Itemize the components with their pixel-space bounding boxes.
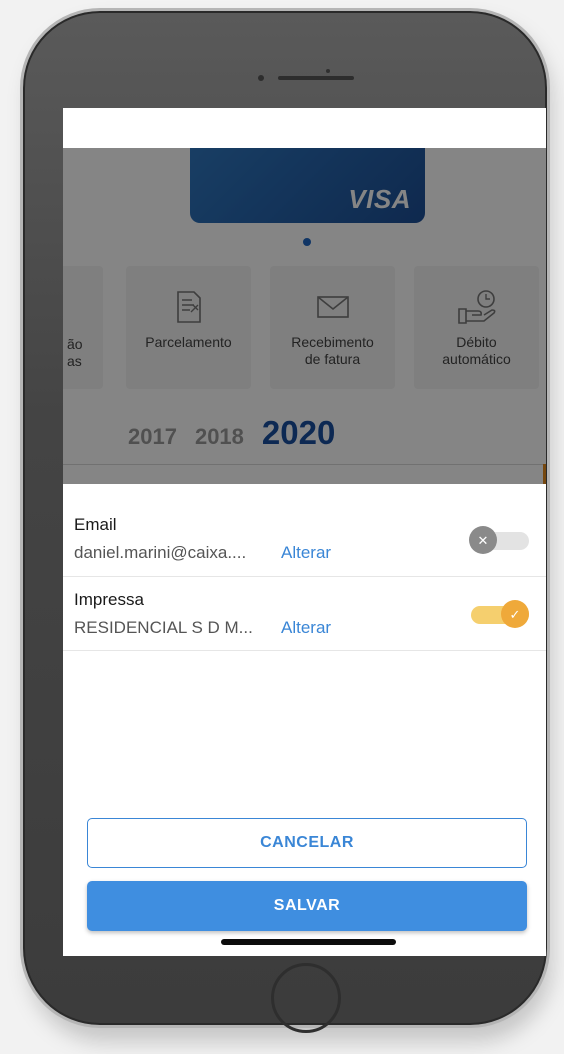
divider xyxy=(63,650,546,651)
phone-screen: VISA ão as Parcelamento Recebimento de f… xyxy=(63,108,546,956)
check-icon: ✓ xyxy=(501,600,529,628)
impressa-toggle[interactable]: ✓ xyxy=(469,598,531,630)
close-icon: ✕ xyxy=(469,526,497,554)
save-button[interactable]: SALVAR xyxy=(87,881,527,931)
modal-backdrop[interactable] xyxy=(63,148,546,484)
sensor-dot xyxy=(326,69,330,73)
home-button[interactable] xyxy=(271,963,341,1033)
delivery-options-sheet: Email daniel.marini@caixa.... Alterar ✕ … xyxy=(63,484,546,956)
option-value: daniel.marini@caixa.... xyxy=(74,543,247,562)
option-value: RESIDENCIAL S D M... xyxy=(74,618,253,637)
change-link[interactable]: Alterar xyxy=(281,543,331,563)
option-title: Impressa xyxy=(74,590,144,609)
email-toggle[interactable]: ✕ xyxy=(469,524,531,556)
home-indicator xyxy=(221,939,396,945)
cancel-button[interactable]: CANCELAR xyxy=(87,818,527,868)
change-link[interactable]: Alterar xyxy=(281,618,331,638)
option-title: Email xyxy=(74,515,117,534)
earpiece-speaker xyxy=(278,76,354,80)
front-camera xyxy=(258,75,264,81)
